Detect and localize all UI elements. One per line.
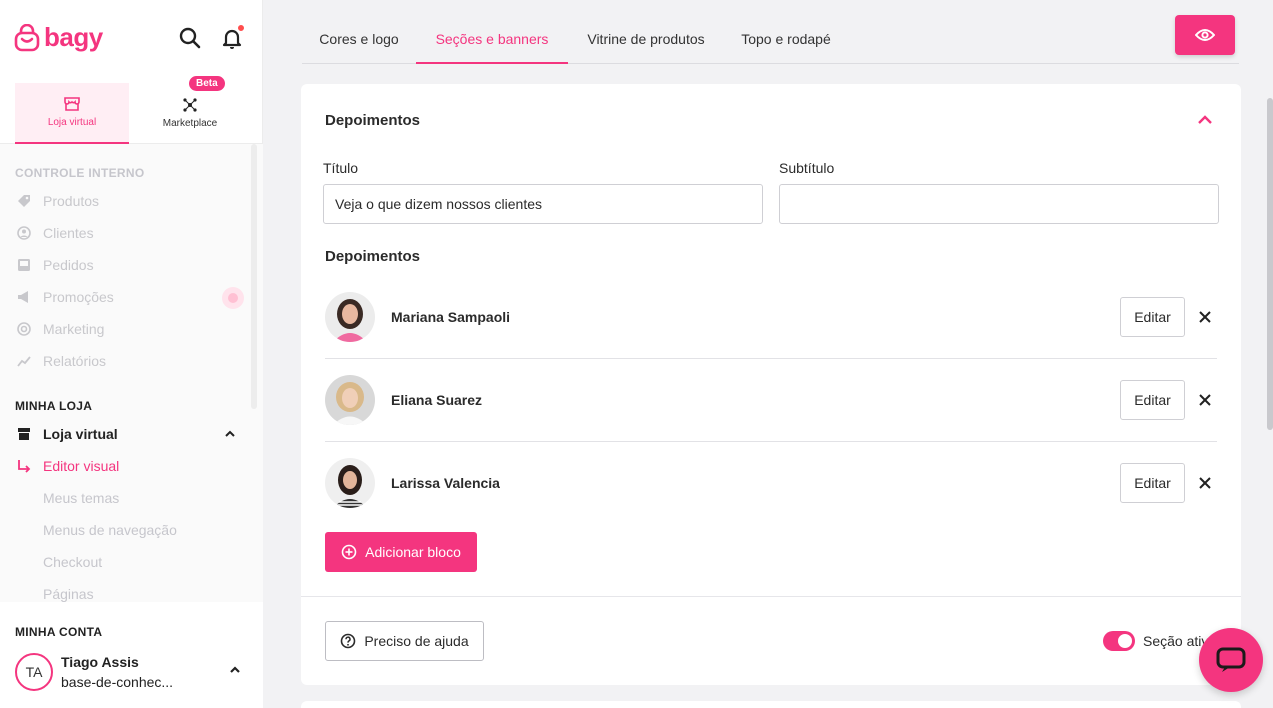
subtitle-field-label: Subtítulo: [779, 160, 835, 176]
megaphone-icon: [18, 291, 28, 303]
testimonials-list-title: Depoimentos: [325, 248, 421, 265]
chat-button[interactable]: [1199, 628, 1263, 692]
tab-secoes-banners[interactable]: Seções e banners: [416, 15, 568, 64]
chat-icon: [1216, 647, 1246, 672]
editor-tabs: Cores e logo Seções e banners Vitrine de…: [302, 15, 1239, 64]
chevron-up-icon[interactable]: [229, 664, 241, 676]
edit-testimonial-button[interactable]: Editar: [1120, 297, 1185, 337]
section-controle-interno: CONTROLE INTERNO: [15, 166, 145, 180]
search-icon: [179, 27, 201, 49]
testimonial-name: Larissa Valencia: [391, 475, 500, 491]
tab-loja-virtual-label: Loja virtual: [47, 117, 97, 128]
chevron-up-icon[interactable]: [224, 428, 236, 440]
network-icon: [183, 98, 197, 112]
chevron-up-icon[interactable]: [1195, 110, 1215, 130]
preview-button[interactable]: [1175, 15, 1235, 55]
section-title: Depoimentos: [325, 112, 421, 129]
sidebar-item-menus-navegacao[interactable]: Menus de navegação: [43, 522, 177, 538]
sidebar-item-pedidos[interactable]: Pedidos: [15, 255, 94, 275]
sidebar-menu: CONTROLE INTERNO Produtos Clientes Pedid…: [0, 144, 263, 602]
brand-logo[interactable]: bagy: [14, 22, 103, 53]
edit-testimonial-button[interactable]: Editar: [1120, 463, 1185, 503]
close-icon[interactable]: [1195, 390, 1215, 410]
help-label: Preciso de ajuda: [364, 633, 469, 649]
next-section-card: [301, 701, 1241, 708]
tab-marketplace[interactable]: Beta Marketplace: [133, 76, 247, 144]
help-button[interactable]: Preciso de ajuda: [325, 621, 484, 661]
eye-icon: [1195, 29, 1215, 41]
subitem-arrow-icon: [18, 460, 31, 473]
sidebar: bagy Loja virtual Beta Marketplace CONTR…: [0, 0, 263, 708]
avatar[interactable]: TA: [15, 653, 53, 691]
subtitle-input[interactable]: [779, 184, 1219, 224]
testimonial-name: Eliana Suarez: [391, 392, 483, 408]
sidebar-item-label: Marketing: [43, 321, 105, 337]
add-block-button[interactable]: Adicionar bloco: [325, 532, 477, 572]
sidebar-item-promocoes[interactable]: Promoções: [15, 287, 114, 307]
tab-topo-rodape[interactable]: Topo e rodapé: [724, 15, 848, 63]
sidebar-scrollbar[interactable]: [251, 144, 257, 409]
tab-vitrine-produtos[interactable]: Vitrine de produtos: [568, 15, 724, 63]
storefront-icon: [18, 428, 30, 440]
testimonial-photo: [325, 292, 375, 342]
sidebar-item-label: Pedidos: [43, 257, 94, 273]
storefront-icon: [64, 97, 80, 111]
edit-testimonial-button[interactable]: Editar: [1120, 380, 1185, 420]
section-active-toggle[interactable]: [1103, 631, 1135, 651]
sidebar-item-meus-temas[interactable]: Meus temas: [43, 490, 119, 506]
testimonial-name: Mariana Sampaoli: [391, 309, 511, 325]
sidebar-item-editor-visual[interactable]: Editor visual: [15, 456, 119, 476]
beta-badge: Beta: [189, 76, 225, 91]
sidebar-item-marketing[interactable]: Marketing: [15, 319, 104, 339]
tag-icon: [18, 195, 30, 207]
user-store: base-de-conhec...: [61, 674, 174, 690]
list-item: Mariana Sampaoli Editar: [325, 276, 1217, 359]
divider: [301, 596, 1241, 597]
tab-marketplace-label: Marketplace: [162, 118, 218, 129]
inbox-icon: [18, 259, 30, 271]
search-button[interactable]: [178, 26, 202, 50]
plus-circle-icon: [341, 544, 357, 560]
target-icon: [17, 322, 31, 336]
close-icon[interactable]: [1195, 473, 1215, 493]
trend-icon: [17, 356, 31, 367]
help-circle-icon: [341, 633, 356, 649]
sidebar-item-checkout[interactable]: Checkout: [43, 554, 102, 570]
user-circle-icon: [17, 226, 31, 240]
sidebar-item-label: Relatórios: [43, 353, 107, 369]
close-icon[interactable]: [1195, 307, 1215, 327]
sidebar-item-clientes[interactable]: Clientes: [15, 223, 94, 243]
title-field-label: Título: [323, 160, 359, 176]
promo-indicator: [222, 287, 244, 309]
sidebar-item-label: Loja virtual: [43, 426, 118, 442]
sidebar-item-label: Promoções: [43, 289, 114, 305]
bag-logo-icon: [14, 23, 40, 51]
page-scrollbar[interactable]: [1267, 98, 1273, 430]
sidebar-item-label: Editor visual: [43, 458, 120, 474]
sidebar-item-label: Clientes: [43, 225, 94, 241]
section-minha-conta: MINHA CONTA: [15, 625, 103, 639]
sidebar-item-label: Produtos: [43, 193, 100, 209]
title-input[interactable]: [323, 184, 763, 224]
sidebar-item-relatorios[interactable]: Relatórios: [15, 351, 106, 371]
brand-name: bagy: [44, 22, 103, 52]
section-card-depoimentos: Depoimentos Título Subtítulo Depoimentos…: [301, 84, 1241, 685]
add-block-label: Adicionar bloco: [365, 544, 461, 560]
sidebar-item-loja-virtual[interactable]: Loja virtual: [15, 424, 240, 444]
store-switcher: Loja virtual Beta Marketplace: [0, 76, 263, 144]
list-item: Eliana Suarez Editar: [325, 359, 1217, 442]
testimonial-photo: [325, 458, 375, 508]
section-minha-loja: MINHA LOJA: [15, 399, 93, 413]
user-name: Tiago Assis: [61, 654, 139, 670]
testimonial-photo: [325, 375, 375, 425]
list-item: Larissa Valencia Editar: [325, 442, 1217, 525]
sidebar-item-paginas[interactable]: Páginas: [43, 586, 94, 602]
tab-loja-virtual[interactable]: Loja virtual: [15, 83, 129, 144]
sidebar-item-produtos[interactable]: Produtos: [15, 191, 99, 211]
tab-cores-logo[interactable]: Cores e logo: [302, 15, 416, 63]
notifications-button[interactable]: [220, 24, 245, 50]
notification-badge: [237, 24, 245, 32]
